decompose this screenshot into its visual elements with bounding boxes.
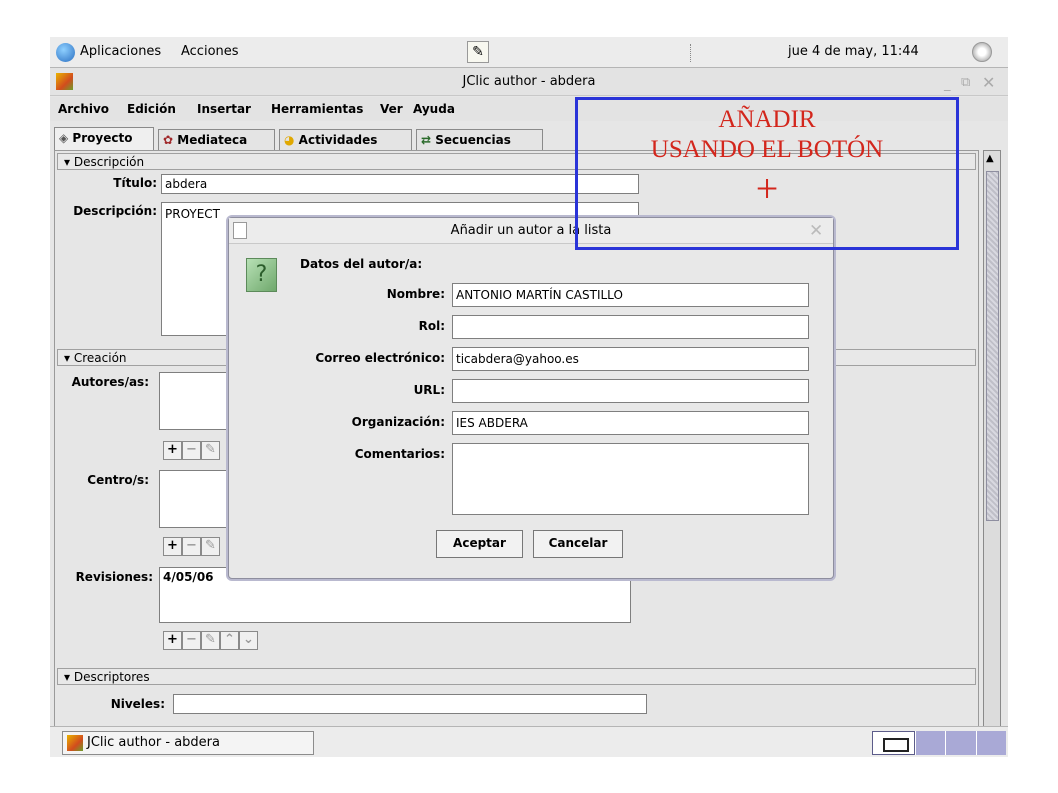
niveles-label: Niveles: — [110, 697, 165, 711]
add-author-button[interactable]: + — [163, 441, 182, 460]
taskbar-window-button[interactable]: JClic author - abdera — [62, 731, 314, 755]
document-icon — [233, 222, 247, 239]
annotation-box: AÑADIR USANDO EL BOTÓN + — [575, 97, 959, 250]
revisiones-label: Revisiones: — [75, 570, 153, 584]
titulo-field[interactable]: abdera — [161, 174, 639, 194]
remove-revision-button[interactable]: − — [182, 631, 201, 650]
dialog-heading: Datos del autor/a: — [300, 257, 423, 271]
correo-field[interactable]: ticabdera@yahoo.es — [452, 347, 809, 371]
descripcion-label: Descripción: — [73, 204, 157, 218]
gnome-foot-icon[interactable] — [56, 43, 75, 62]
annotation-plus: + — [755, 166, 779, 211]
url-field[interactable] — [452, 379, 809, 403]
jclic-app-icon — [56, 73, 73, 90]
tab-proyecto-label: Proyecto — [72, 131, 133, 145]
window-titlebar[interactable]: JClic author - abdera _ ⧉ ✕ — [50, 68, 1008, 96]
collapse-triangle-icon: ▾ — [64, 155, 71, 169]
organizacion-label: Organización: — [351, 415, 445, 429]
section-descriptores-title: Descriptores — [73, 670, 150, 684]
jclic-app-icon — [67, 735, 83, 751]
collapse-triangle-icon: ▾ — [64, 351, 71, 365]
cancelar-button[interactable]: Cancelar — [533, 530, 623, 558]
workspace-4[interactable] — [975, 731, 1006, 755]
collapse-triangle-icon: ▾ — [64, 670, 71, 684]
section-descriptores-header[interactable]: ▾ Descriptores — [57, 668, 976, 685]
edit-centre-button[interactable]: ✎ — [201, 537, 220, 556]
window-title: JClic author - abdera — [462, 74, 596, 89]
taskbar-window-label: JClic author - abdera — [87, 735, 220, 750]
correo-label: Correo electrónico: — [315, 351, 445, 365]
tab-mediateca-label: Mediateca — [177, 133, 248, 147]
tab-actividades-label: Actividades — [298, 133, 378, 147]
vertical-scrollbar[interactable]: ▲ ▼ — [983, 150, 1001, 754]
menu-ver[interactable]: Ver — [380, 102, 403, 116]
close-icon[interactable]: ✕ — [982, 69, 995, 97]
nombre-label: Nombre: — [386, 287, 445, 301]
remove-author-button[interactable]: − — [182, 441, 201, 460]
comentarios-field[interactable] — [452, 443, 809, 515]
activities-icon: ◕ — [284, 133, 295, 147]
add-revision-button[interactable]: + — [163, 631, 182, 650]
sequences-icon: ⇄ — [421, 133, 432, 147]
add-centre-button[interactable]: + — [163, 537, 182, 556]
applications-menu[interactable]: Aplicaciones — [80, 44, 161, 59]
workspace-1[interactable] — [872, 731, 916, 755]
menu-archivo[interactable]: Archivo — [58, 102, 109, 116]
rol-label: Rol: — [418, 319, 445, 333]
organizacion-field[interactable]: IES ABDERA — [452, 411, 809, 435]
remove-centre-button[interactable]: − — [182, 537, 201, 556]
tab-actividades[interactable]: ◕ Actividades — [279, 129, 412, 151]
scroll-up-icon[interactable]: ▲ — [986, 153, 994, 164]
workspace-3[interactable] — [945, 731, 976, 755]
menu-ayuda[interactable]: Ayuda — [413, 102, 455, 116]
section-creacion-title: Creación — [73, 351, 127, 365]
titulo-label: Título: — [113, 176, 157, 190]
edit-author-button[interactable]: ✎ — [201, 441, 220, 460]
clock[interactable]: jue 4 de may, 11:44 — [788, 44, 919, 59]
workspace-2[interactable] — [915, 731, 946, 755]
menu-herramientas[interactable]: Herramientas — [271, 102, 363, 116]
power-icon[interactable] — [972, 42, 992, 62]
tab-secuencias[interactable]: ⇄ Secuencias — [416, 129, 543, 151]
revision-entry[interactable]: 4/05/06 — [163, 570, 214, 584]
nombre-field[interactable]: ANTONIO MARTÍN CASTILLO — [452, 283, 809, 307]
project-icon: ◈ — [59, 131, 69, 145]
url-label: URL: — [413, 383, 445, 397]
minimize-icon[interactable]: _ — [944, 71, 951, 99]
tab-secuencias-label: Secuencias — [435, 133, 511, 147]
actions-menu[interactable]: Acciones — [181, 44, 239, 59]
maximize-icon[interactable]: ⧉ — [961, 69, 970, 97]
move-down-button[interactable]: ⌄ — [239, 631, 258, 650]
top-panel: Aplicaciones Acciones ✎ jue 4 de may, 11… — [50, 37, 1008, 68]
workspace-switcher[interactable] — [872, 731, 1006, 755]
media-icon: ✿ — [163, 133, 174, 147]
section-descripcion-title: Descripción — [73, 155, 145, 169]
menu-insertar[interactable]: Insertar — [197, 102, 251, 116]
rol-field[interactable] — [452, 315, 809, 339]
add-author-dialog: Añadir un autor a la lista ✕ ? Datos del… — [228, 217, 834, 579]
scrollbar-thumb[interactable] — [986, 171, 999, 521]
text-editor-icon[interactable]: ✎ — [467, 41, 489, 63]
centro-label: Centro/s: — [87, 473, 149, 487]
autores-label: Autores/as: — [71, 375, 149, 389]
niveles-field[interactable] — [173, 694, 647, 714]
menu-edicion[interactable]: Edición — [127, 102, 176, 116]
move-up-button[interactable]: ⌃ — [220, 631, 239, 650]
tab-mediateca[interactable]: ✿ Mediateca — [158, 129, 275, 151]
tab-proyecto[interactable]: ◈ Proyecto — [54, 127, 154, 152]
comentarios-label: Comentarios: — [354, 447, 445, 461]
edit-revision-button[interactable]: ✎ — [201, 631, 220, 650]
annotation-line-1: AÑADIR — [718, 106, 816, 133]
panel-separator — [690, 44, 692, 62]
aceptar-button[interactable]: Aceptar — [436, 530, 523, 558]
bottom-taskbar: JClic author - abdera — [50, 726, 1008, 757]
annotation-line-2: USANDO EL BOTÓN — [650, 136, 884, 163]
